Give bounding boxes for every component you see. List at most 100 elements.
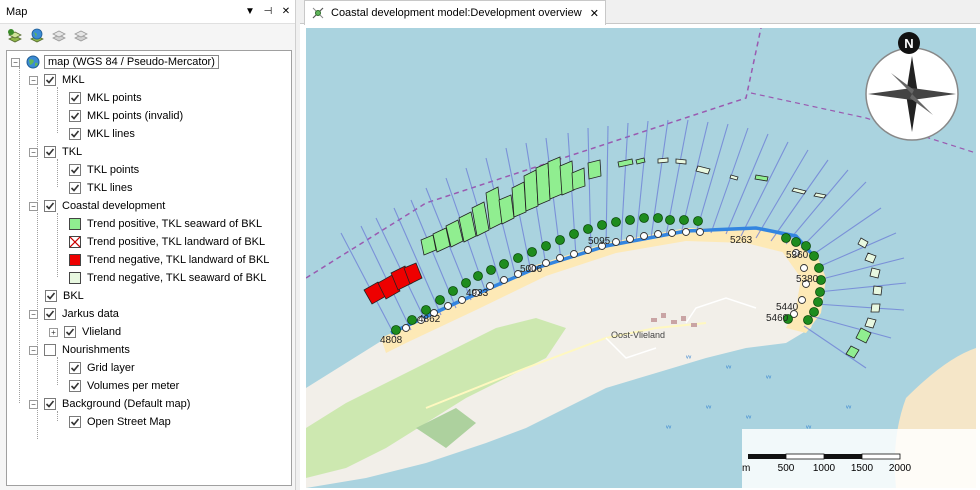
tree-node-tkl-points[interactable]: TKL points [69,161,139,179]
expand-icon[interactable]: + [49,327,58,337]
tkl-point [809,251,819,261]
map-panel-title: Map [6,5,28,18]
mkl-point [402,324,410,332]
scale-segment [861,453,901,460]
check-icon [70,130,80,138]
pale-bar [657,157,669,164]
tree-node-grid-layer[interactable]: Grid layer [69,359,135,377]
positive-bar [523,169,539,212]
check-icon [45,76,55,84]
collapse-icon[interactable]: − [29,147,38,157]
tkl-point [693,216,703,226]
globe-layer-icon [30,28,44,43]
panel-dropdown-icon[interactable]: ▼ [241,6,259,17]
tree-node-volumes-per-meter[interactable]: Volumes per meter [69,377,179,395]
layer-checkbox[interactable] [69,110,81,122]
tkl-point [597,220,607,230]
tkl-checkbox[interactable] [44,146,56,158]
tree-node-mkl-points[interactable]: MKL points [69,89,142,107]
svg-text:ᵥᵥ: ᵥᵥ [705,401,712,410]
positive-bar [547,156,563,200]
tkl-point [679,215,689,225]
tab-development-overview[interactable]: Coastal development model:Development ov… [304,0,606,25]
layer-checkbox[interactable] [64,326,76,338]
layer-tree: − map (WGS 84 / Pseudo-Mercator) − MKL M… [6,50,292,486]
tree-node-vlieland[interactable]: + Vlieland [49,323,121,341]
tree-node-coastal-development[interactable]: − Coastal development [29,197,165,215]
layer-checkbox[interactable] [69,362,81,374]
mkl-point [570,250,578,258]
mkl-point [444,302,452,310]
collapse-icon[interactable]: − [29,309,38,319]
mkl-point [626,235,634,243]
tab-close-icon[interactable]: ✕ [590,7,599,20]
tree-node-mkl[interactable]: − MKL [29,71,85,89]
background-checkbox[interactable] [44,398,56,410]
tkl-point [815,287,825,297]
tree-node-tkl[interactable]: − TKL [29,143,82,161]
tree-node-tkl-lines[interactable]: TKL lines [69,179,132,197]
town-label: Oost-Vlieland [611,330,665,340]
coastal-checkbox[interactable] [44,200,56,212]
check-icon [46,292,56,300]
add-layer-button[interactable] [6,27,24,45]
svg-text:ᵥᵥ: ᵥᵥ [725,361,732,370]
tree-node-nourishments[interactable]: − Nourishments [29,341,130,359]
check-icon [65,328,75,336]
add-web-layer-button[interactable] [28,27,46,45]
tkl-point [625,215,635,225]
layer-checkbox[interactable] [69,416,81,428]
tree-line [57,213,58,277]
cross-icon [70,237,80,247]
tree-node-jarkus[interactable]: − Jarkus data [29,305,119,323]
layer-checkbox[interactable] [69,164,81,176]
bkl-checkbox[interactable] [45,290,57,302]
tkl-point [569,229,579,239]
map-canvas[interactable]: Oost-Vlieland 4808 4862 4933 5006 5095 5… [306,28,976,488]
tree-node-map[interactable]: − map (WGS 84 / Pseudo-Mercator) [11,53,219,71]
collapse-icon[interactable]: − [29,399,38,409]
transect-label: 5360 [786,250,809,261]
tree-node-mkl-points-invalid[interactable]: MKL points (invalid) [69,107,183,125]
panel-close-icon[interactable]: ✕ [277,6,295,17]
tree-node-mkl-lines[interactable]: MKL lines [69,125,135,143]
collapse-icon[interactable]: − [29,201,38,211]
tab-title: Coastal development model:Development ov… [331,7,582,19]
tkl-point [391,325,401,335]
map-toolbar [0,24,295,48]
tree-node-background[interactable]: − Background (Default map) [29,395,190,413]
tree-node-bkl[interactable]: BKL [45,287,84,305]
compass-north-letter: N [904,36,913,51]
layer-checkbox[interactable] [69,128,81,140]
layer-checkbox[interactable] [69,380,81,392]
nourishments-checkbox[interactable] [44,344,56,356]
panel-pin-icon[interactable]: ⊣ [259,6,277,17]
layer-up-button[interactable] [50,27,68,45]
tree-label: MKL lines [87,128,135,140]
collapse-icon[interactable]: − [29,75,38,85]
tkl-point [486,265,496,275]
mkl-point [800,264,808,272]
collapse-icon[interactable]: − [29,345,38,355]
scale-tick: 2000 [889,463,912,474]
map-panel: Map ▼ ⊣ ✕ − map (WGS 84 / Pseudo-Mercato… [0,0,296,490]
tkl-point [611,217,621,227]
mkl-point [458,296,466,304]
check-icon [45,310,55,318]
tree-node-open-street-map[interactable]: Open Street Map [69,413,171,431]
tree-label: TKL [62,146,83,158]
layer-down-button[interactable] [72,27,90,45]
mkl-point [798,296,806,304]
collapse-icon[interactable]: − [11,57,20,67]
jarkus-checkbox[interactable] [44,308,56,320]
tkl-point [781,233,791,243]
tree-label: Open Street Map [87,416,171,428]
map-svg[interactable]: Oost-Vlieland 4808 4862 4933 5006 5095 5… [306,28,976,488]
tkl-point [653,213,663,223]
layer-checkbox[interactable] [69,182,81,194]
tkl-point [499,259,509,269]
tree-label: BKL [63,290,84,302]
check-icon [70,166,80,174]
mkl-checkbox[interactable] [44,74,56,86]
layer-checkbox[interactable] [69,92,81,104]
